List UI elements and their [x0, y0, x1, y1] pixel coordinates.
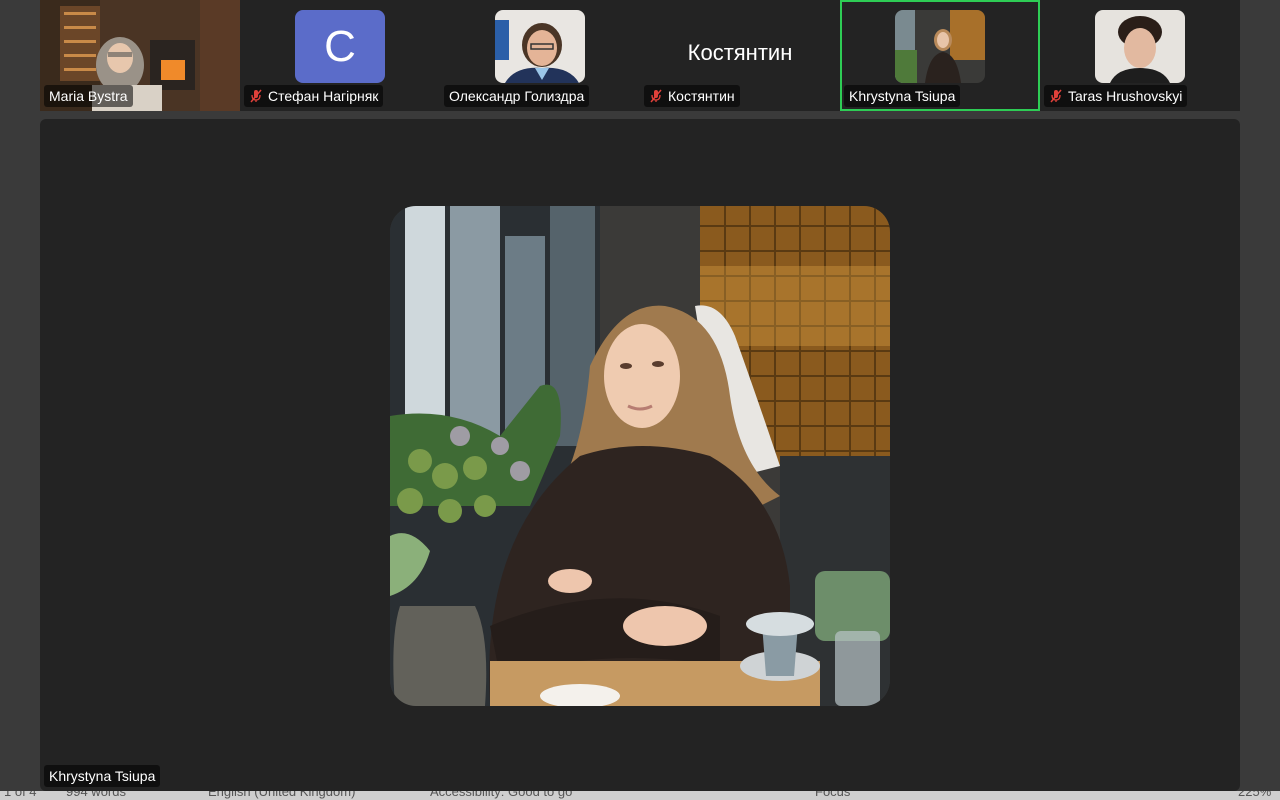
mic-muted-icon [650, 89, 662, 103]
participant-nameplate: Стефан Нагірняк [244, 85, 384, 107]
participant-video [495, 10, 585, 83]
accessibility-status[interactable]: Accessibility: Good to go [430, 791, 572, 799]
participant-nameplate: Maria Bystra [44, 85, 133, 107]
participant-nameplate: Khrystyna Tsiupa [844, 85, 961, 107]
participant-strip: Maria Bystra C Стефан Нагірняк Олександр… [40, 0, 1240, 111]
participant-tile-khrystyna[interactable]: Khrystyna Tsiupa [840, 0, 1040, 111]
participant-name: Костянтин [668, 88, 735, 104]
participant-video [1095, 10, 1185, 83]
participant-name: Taras Hrushovskyi [1068, 88, 1183, 104]
speaker-nameplate: Khrystyna Tsiupa [44, 765, 161, 787]
speaker-name: Khrystyna Tsiupa [49, 768, 156, 784]
language-indicator[interactable]: English (United Kingdom) [208, 791, 355, 799]
participant-tile-maria[interactable]: Maria Bystra [40, 0, 240, 111]
participant-tile-kostiantyn[interactable]: Костянтин Костянтин [640, 0, 840, 111]
participant-name: Maria Bystra [49, 88, 128, 104]
speaker-profile-picture [390, 206, 890, 706]
mic-muted-icon [250, 89, 262, 103]
page-count[interactable]: 1 of 4 [4, 791, 37, 799]
participant-video [895, 10, 985, 83]
focus-button[interactable]: Focus [815, 791, 850, 799]
zoom-level[interactable]: 225% [1238, 791, 1271, 799]
participant-display-name: Костянтин [687, 40, 793, 65]
participant-name: Олександр Голиздра [449, 88, 585, 104]
participant-nameplate: Taras Hrushovskyi [1044, 85, 1188, 107]
document-status-bar: 1 of 4 994 words English (United Kingdom… [0, 791, 1280, 800]
participant-nameplate: Олександр Голиздра [444, 85, 590, 107]
participant-tile-stefan[interactable]: C Стефан Нагірняк [240, 0, 440, 111]
avatar: C [295, 10, 385, 83]
participant-name: Стефан Нагірняк [268, 88, 379, 104]
avatar-initial: C [324, 21, 356, 71]
participant-name: Khrystyna Tsiupa [849, 88, 956, 104]
participant-tile-oleksandr[interactable]: Олександр Голиздра [440, 0, 640, 111]
word-count[interactable]: 994 words [66, 791, 126, 799]
participant-tile-taras[interactable]: Taras Hrushovskyi [1040, 0, 1240, 111]
main-speaker-view[interactable]: Khrystyna Tsiupa [40, 119, 1240, 791]
mic-muted-icon [1050, 89, 1062, 103]
participant-nameplate: Костянтин [644, 85, 740, 107]
